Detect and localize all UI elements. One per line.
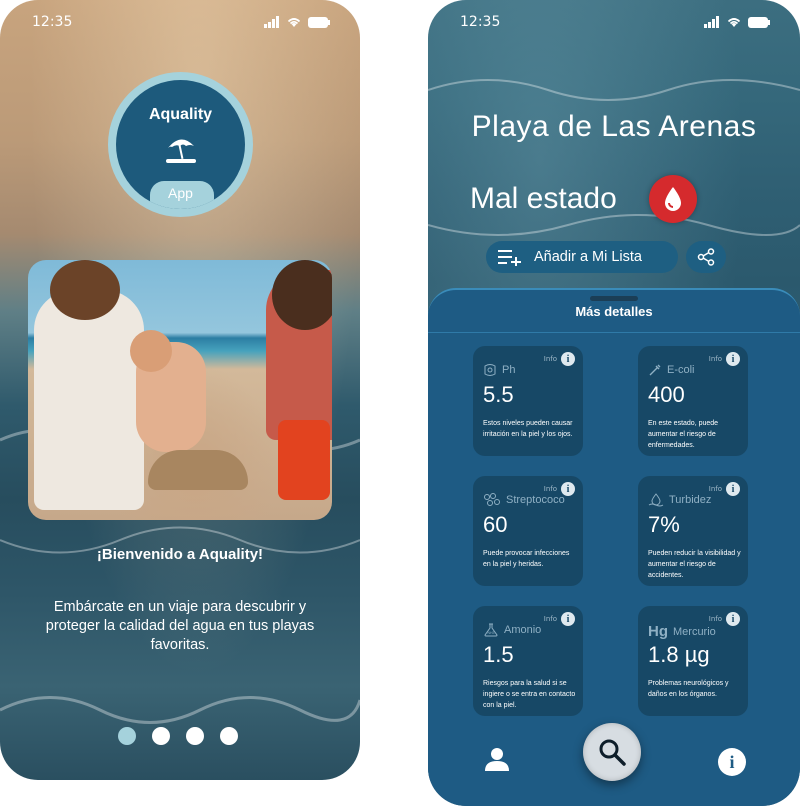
battery-icon — [308, 16, 330, 28]
info-icon: i — [726, 612, 740, 626]
water-status-row: Mal estado — [470, 175, 697, 223]
metric-card-turbidez[interactable]: Info i Turbidez 7% Pueden reducir la visi… — [638, 476, 748, 586]
metric-value: 60 — [483, 512, 508, 537]
info-button[interactable]: Info i — [544, 352, 575, 366]
share-button[interactable] — [686, 241, 726, 273]
beach-name: Playa de Las Arenas — [471, 110, 757, 143]
info-icon: i — [726, 352, 740, 366]
sheet-handle[interactable] — [590, 296, 638, 301]
share-icon — [697, 248, 715, 266]
status-time: 12:35 — [32, 14, 73, 30]
metric-description: Pueden reducir la visibilidad y aumentar… — [648, 550, 741, 579]
metric-card-amonio[interactable]: Info i NH3 Amonio 1.5 Riesgos para la sal… — [473, 606, 583, 716]
add-to-list-label: Añadir a Mi Lista — [534, 249, 642, 265]
svg-text:NH3: NH3 — [487, 631, 494, 635]
water-status-label: Mal estado — [470, 182, 617, 215]
page-dot-4[interactable] — [220, 727, 238, 745]
status-bar: 12:35 — [32, 12, 330, 32]
intro-text: Embárcate en un viaje para descubrir y p… — [45, 599, 315, 653]
info-icon[interactable]: i — [718, 748, 746, 776]
metric-description: Estos niveles pueden causar irritación e… — [483, 420, 573, 438]
app-logo: Aquality App — [108, 72, 253, 217]
family-beach-photo — [28, 260, 332, 520]
metric-name: Mercurio — [673, 625, 716, 638]
page-dot-1[interactable] — [118, 727, 136, 745]
metric-value: 5.5 — [483, 382, 514, 407]
logo-title: Aquality — [148, 106, 213, 123]
wifi-icon — [287, 18, 301, 27]
flask-icon: NH3 — [484, 623, 498, 637]
welcome-title: ¡Bienvenido a Aquality! — [96, 546, 264, 563]
info-icon: i — [561, 352, 575, 366]
metric-description: En este estado, puede aumentar el riesgo… — [648, 420, 719, 449]
bacteria-icon — [484, 493, 500, 506]
metric-name: E-coli — [667, 364, 695, 376]
water-drop-icon — [648, 175, 697, 223]
add-to-list-button[interactable]: Añadir a Mi Lista — [486, 241, 678, 273]
info-icon: i — [561, 612, 575, 626]
beach-detail-screen: 12:35 Playa de Las Arenas Mal estado Aña… — [428, 0, 800, 806]
sheet-title: Más detalles — [575, 304, 653, 319]
metric-card-streptococo[interactable]: Info i Streptococo 60 Puede provocar infe… — [473, 476, 583, 586]
metric-name: Ph — [502, 364, 516, 376]
info-button[interactable]: Info i — [544, 612, 575, 626]
pipette-icon — [649, 364, 661, 376]
playlist-add-icon — [498, 250, 521, 266]
user-icon[interactable] — [484, 746, 510, 776]
info-icon: i — [726, 482, 740, 496]
metric-value: 1.5 — [483, 642, 514, 667]
metric-value: 1.8 µg — [648, 642, 710, 667]
metric-value: 7% — [648, 512, 680, 537]
info-button[interactable]: Info i — [709, 482, 740, 496]
onboarding-screen: 12:35 Aquality App ¡Bienvenido a Aqualit… — [0, 0, 360, 780]
status-bar: 12:35 — [460, 12, 770, 32]
beach-umbrella-icon — [166, 139, 196, 163]
metric-name: Turbidez — [669, 494, 712, 506]
metric-name: Amonio — [504, 624, 542, 636]
bottom-navigation: i — [428, 710, 800, 806]
logo-subtitle: App — [168, 185, 193, 201]
ph-icon — [484, 364, 496, 376]
metric-name: Streptococo — [506, 494, 565, 506]
info-button[interactable]: Info i — [709, 352, 740, 366]
signal-icon — [704, 16, 719, 28]
metric-description: Riesgos para la salud si se ingiere o se… — [483, 680, 576, 709]
search-icon — [599, 739, 626, 766]
metric-description: Problemas neurológicos y daños en los ór… — [648, 680, 729, 698]
metric-description: Puede provocar infecciones en la piel y … — [483, 550, 570, 568]
pagination-dots — [118, 727, 238, 745]
page-dot-3[interactable] — [186, 727, 204, 745]
turbidity-icon — [648, 493, 664, 507]
wifi-icon — [727, 18, 741, 27]
metric-card-ecoli[interactable]: Info i E-coli 400 En este estado, puede a… — [638, 346, 748, 456]
status-time: 12:35 — [460, 14, 501, 30]
page-dot-2[interactable] — [152, 727, 170, 745]
search-button[interactable] — [583, 723, 641, 781]
signal-icon — [264, 16, 279, 28]
mercury-icon: Hg — [648, 623, 668, 640]
metric-card-mercurio[interactable]: Info i Hg Mercurio 1.8 µg Problemas neuro… — [638, 606, 748, 716]
metric-card-ph[interactable]: Info i Ph 5.5 Estos niveles pueden causar… — [473, 346, 583, 456]
metric-value: 400 — [648, 382, 685, 407]
battery-icon — [748, 16, 770, 28]
